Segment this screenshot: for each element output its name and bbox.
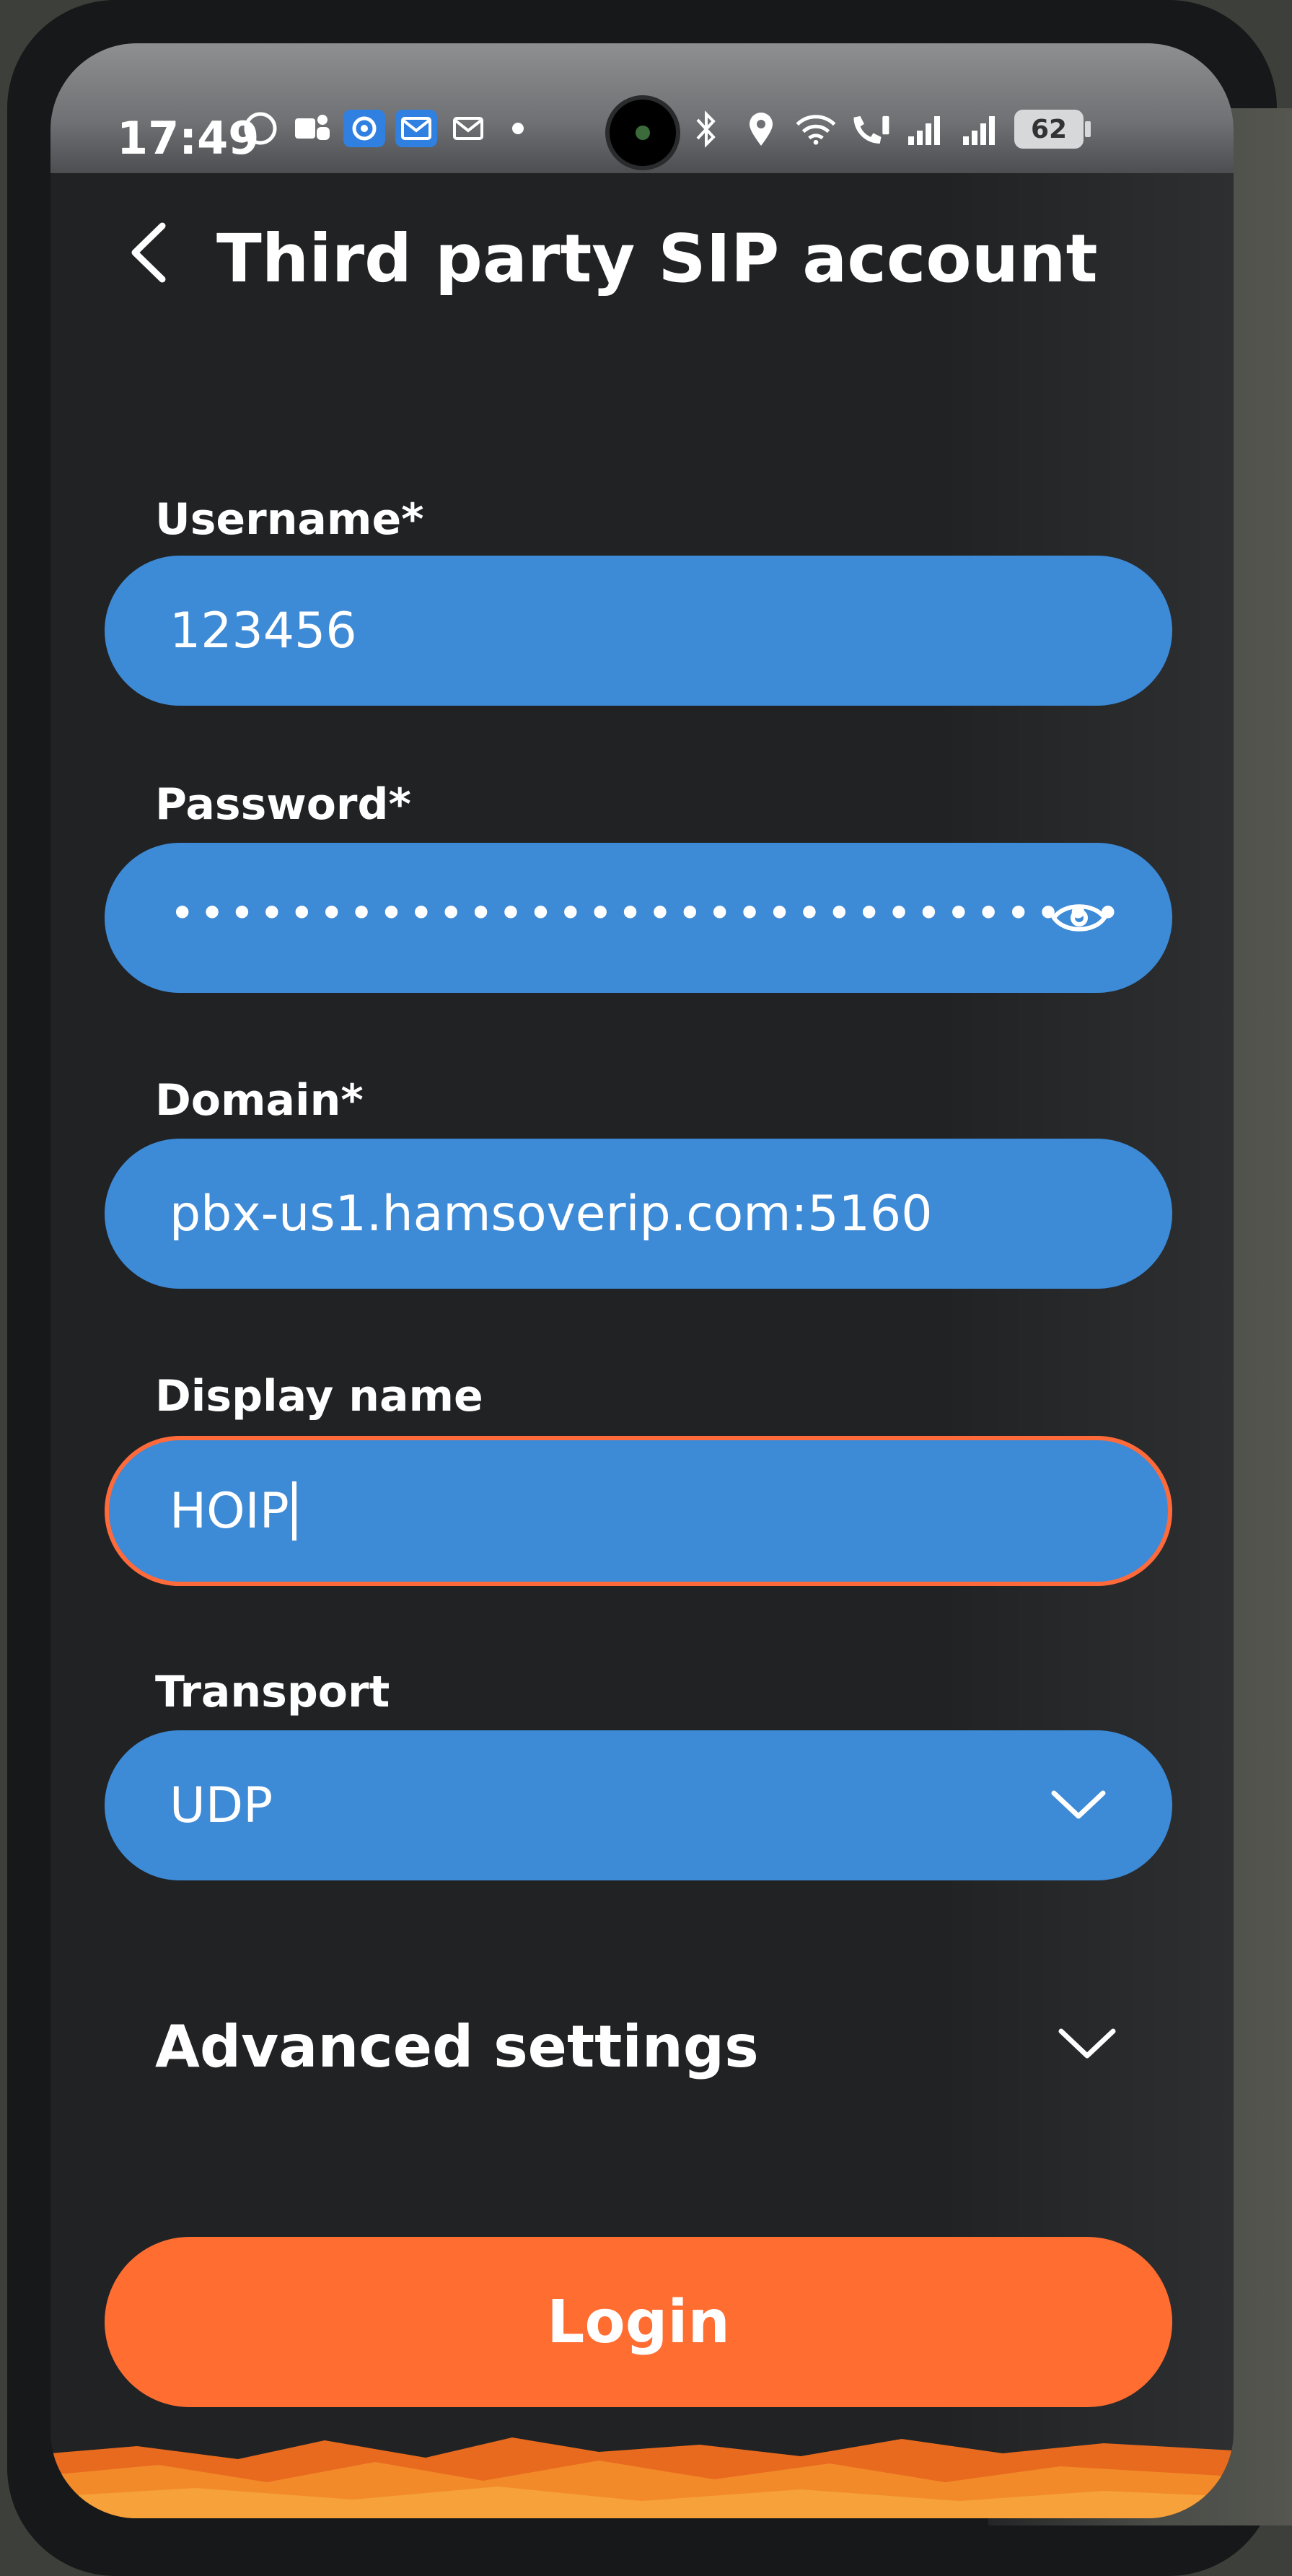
transport-select[interactable]: UDP: [105, 1730, 1172, 1880]
battery-level: 62: [1030, 114, 1068, 144]
display-name-label: Display name: [155, 1371, 483, 1421]
login-button[interactable]: Login: [105, 2237, 1172, 2407]
password-value: ••••••••••••••••••••••••••••••••: [170, 888, 1125, 939]
location-icon: [740, 110, 782, 148]
chevron-down-icon: [1058, 2028, 1116, 2059]
eye-icon: [1051, 904, 1107, 932]
display-name-field[interactable]: HOIP: [105, 1436, 1172, 1586]
status-bar: 17:49 62: [50, 43, 1234, 173]
advanced-settings-chevron[interactable]: [1057, 2024, 1117, 2066]
chevron-down-icon: [1051, 1790, 1106, 1819]
back-button[interactable]: [108, 206, 188, 299]
wifi-icon: [795, 110, 837, 148]
more-notifications-icon: [512, 123, 524, 134]
whatsapp-icon: [239, 110, 281, 147]
decorative-mountains: [50, 2437, 1234, 2518]
username-value: 123456: [170, 602, 357, 660]
page-title: Third party SIP account: [216, 220, 1098, 297]
teams-icon: [291, 110, 333, 147]
mail-icon: [447, 110, 489, 147]
domain-value: pbx-us1.hamsoverip.com:5160: [170, 1185, 933, 1243]
signal-icon: [905, 110, 946, 148]
notification-icons: [239, 110, 524, 147]
transport-label: Transport: [155, 1667, 390, 1717]
username-field[interactable]: 123456: [105, 556, 1172, 706]
transport-dropdown-toggle[interactable]: [1050, 1730, 1107, 1880]
text-cursor: [291, 1481, 296, 1541]
domain-field[interactable]: pbx-us1.hamsoverip.com:5160: [105, 1139, 1172, 1289]
password-field[interactable]: ••••••••••••••••••••••••••••••••: [105, 843, 1172, 993]
bluetooth-icon: [685, 110, 727, 148]
display-name-value: HOIP: [170, 1482, 289, 1540]
display-name-content: HOIP: [170, 1440, 296, 1582]
app-icon: [343, 110, 385, 147]
transport-value: UDP: [170, 1777, 273, 1834]
app-screen: 17:49 62 Third party SIP account Usernam…: [50, 43, 1234, 2518]
show-password-button[interactable]: [1051, 843, 1107, 993]
username-label: Username*: [155, 494, 424, 545]
signal-icon: [959, 110, 1001, 148]
email-icon: [395, 110, 437, 147]
chevron-left-icon: [131, 222, 166, 283]
domain-label: Domain*: [155, 1075, 364, 1126]
password-label: Password*: [155, 779, 411, 830]
battery-indicator: 62: [1014, 110, 1091, 149]
front-camera: [610, 100, 676, 166]
status-time: 17:49: [117, 112, 260, 165]
system-icons: 62: [685, 110, 1091, 149]
advanced-settings-toggle[interactable]: Advanced settings: [155, 2013, 759, 2080]
wifi-calling-icon: [850, 110, 892, 148]
